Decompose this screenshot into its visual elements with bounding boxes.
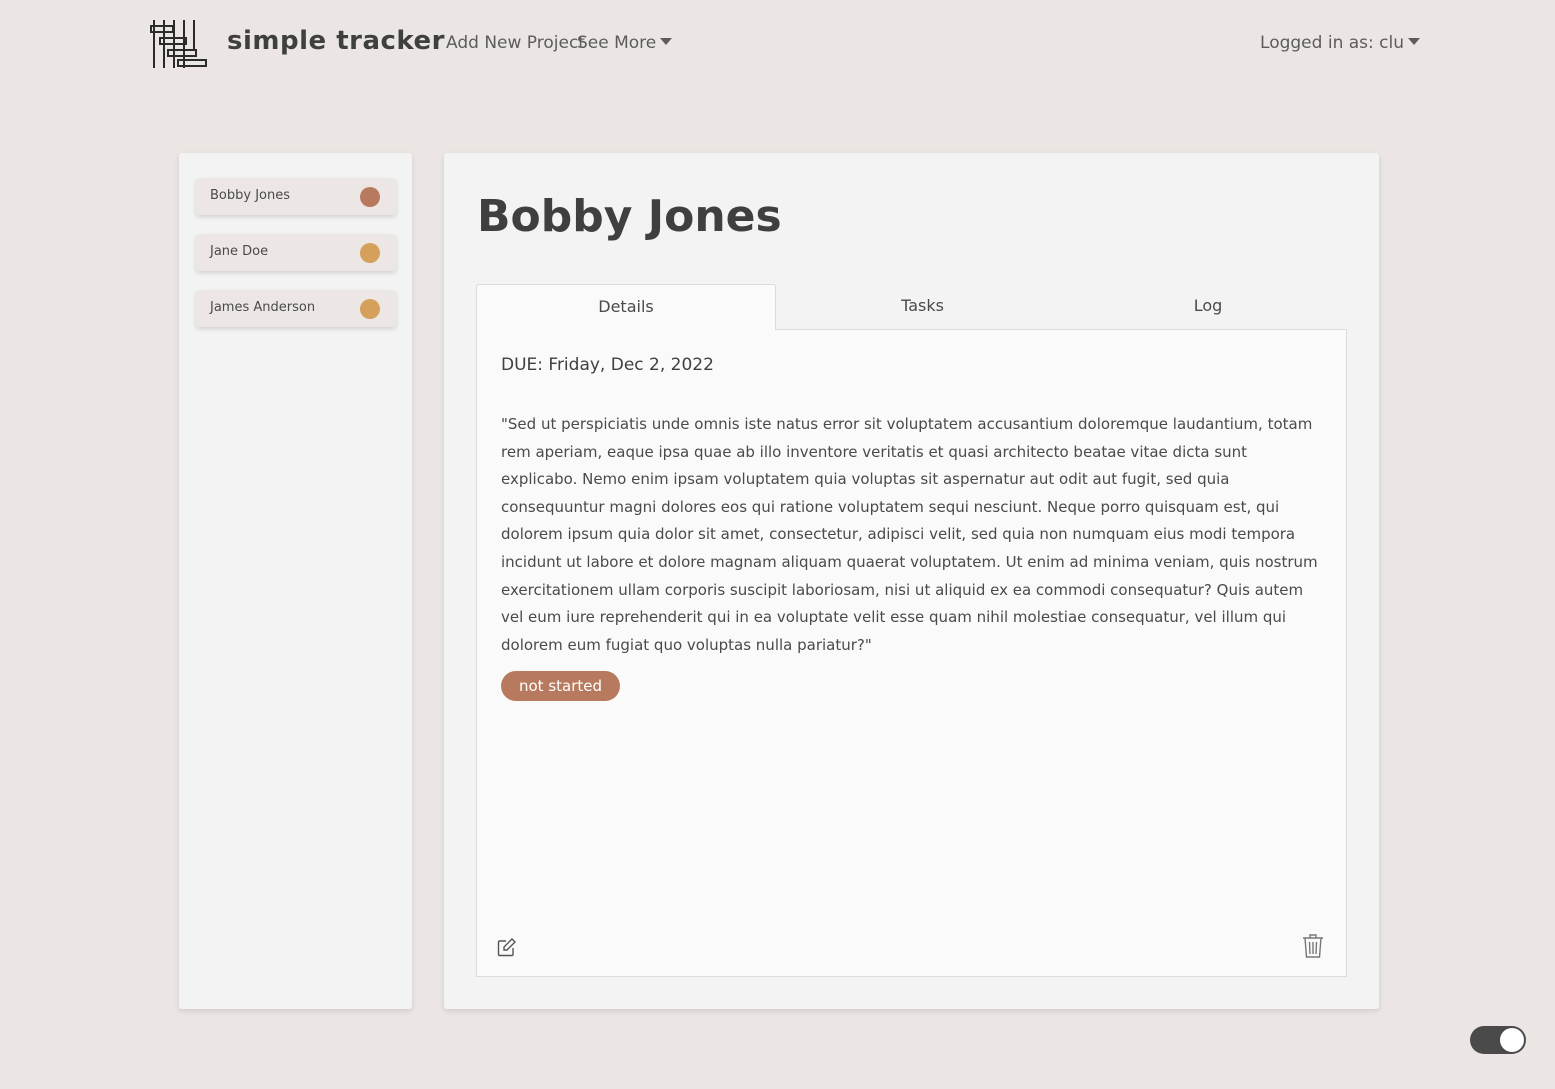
status-badge[interactable]: not started	[501, 671, 621, 701]
see-more-label: See More	[577, 33, 657, 53]
sidebar-item-label: Jane Doe	[210, 244, 269, 259]
due-date: DUE: Friday, Dec 2, 2022	[501, 355, 714, 375]
see-more-dropdown[interactable]: See More	[577, 33, 673, 53]
page-title: Bobby Jones	[477, 191, 782, 242]
details-panel: DUE: Friday, Dec 2, 2022 "Sed ut perspic…	[476, 330, 1347, 977]
caret-down-icon	[1408, 38, 1420, 45]
navbar: simple tracker Add New Project See More …	[150, 16, 1420, 72]
project-detail-card: Bobby Jones Details Tasks Log DUE: Frida…	[444, 153, 1379, 1009]
status-dot	[360, 299, 380, 319]
trash-icon[interactable]	[1302, 933, 1324, 959]
sidebar-item-james-anderson[interactable]: James Anderson	[196, 290, 396, 327]
tab-details[interactable]: Details	[476, 284, 776, 331]
tab-bar: Details Tasks Log	[476, 284, 1347, 331]
tab-tasks[interactable]: Tasks	[776, 284, 1069, 330]
sidebar-item-label: James Anderson	[210, 300, 316, 315]
user-menu-label: Logged in as: clu	[1260, 33, 1404, 53]
project-sidebar: Bobby Jones Jane Doe James Anderson	[179, 153, 412, 1009]
logo-icon[interactable]	[150, 18, 208, 70]
tab-log[interactable]: Log	[1069, 284, 1347, 330]
brand-name[interactable]: simple tracker	[227, 26, 445, 56]
add-new-project-link[interactable]: Add New Project	[446, 33, 585, 53]
caret-down-icon	[660, 38, 673, 45]
dark-mode-toggle[interactable]	[1470, 1026, 1526, 1054]
project-description: "Sed ut perspiciatis unde omnis iste nat…	[501, 415, 1318, 654]
edit-icon[interactable]	[497, 937, 517, 957]
sidebar-item-label: Bobby Jones	[210, 188, 290, 203]
toggle-knob	[1500, 1028, 1524, 1052]
status-dot	[360, 243, 380, 263]
sidebar-item-jane-doe[interactable]: Jane Doe	[196, 234, 396, 271]
sidebar-item-bobby-jones[interactable]: Bobby Jones	[196, 178, 396, 215]
status-dot	[360, 187, 380, 207]
user-menu-dropdown[interactable]: Logged in as: clu	[1260, 33, 1420, 53]
